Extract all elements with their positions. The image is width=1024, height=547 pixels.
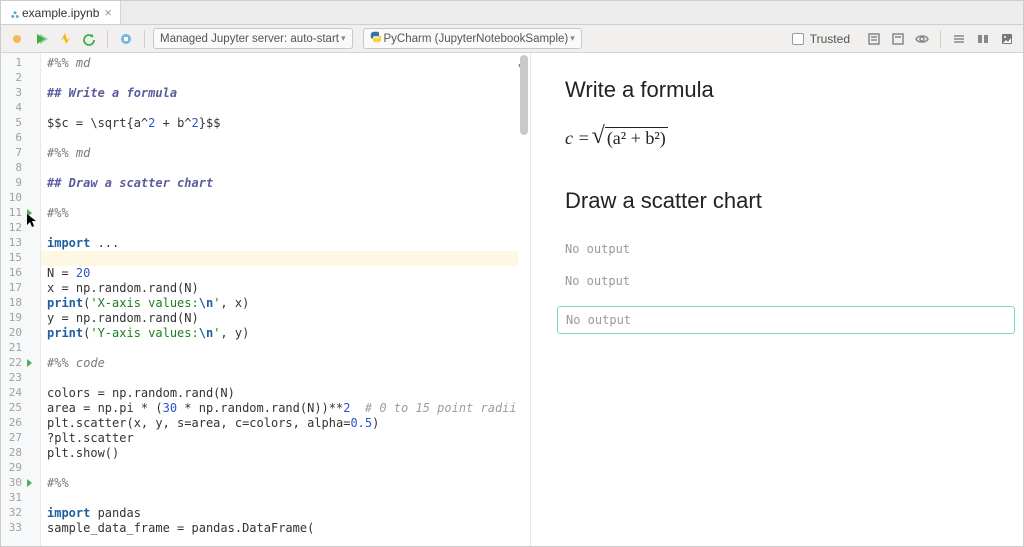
code-line[interactable]: #%% — [47, 206, 530, 221]
jupyter-file-icon — [9, 9, 17, 17]
output-preview-pane: Write a formula c = √ (a² + b²) Draw a s… — [531, 53, 1023, 546]
editor-tab-example[interactable]: example.ipynb × — [1, 1, 121, 24]
trusted-checkbox[interactable] — [792, 33, 804, 45]
code-line[interactable]: print('X-axis values:\n', x) — [47, 296, 530, 311]
editor-tab-bar: example.ipynb × — [1, 1, 1023, 25]
code-line[interactable]: #%% md — [47, 146, 530, 161]
output-placeholder: No output — [565, 242, 989, 256]
trusted-toggle[interactable]: Trusted — [792, 32, 850, 46]
interpreter-label: PyCharm (JupyterNotebookSample) — [384, 33, 569, 45]
restart-kernel-button[interactable] — [79, 29, 99, 49]
code-line[interactable]: plt.show() — [47, 446, 530, 461]
run-cell-button[interactable] — [31, 29, 51, 49]
python-interpreter-dropdown[interactable]: PyCharm (JupyterNotebookSample) ▾ — [363, 28, 582, 49]
cell-toolbar-button-2[interactable] — [888, 29, 908, 49]
toolbar-separator — [144, 30, 145, 48]
code-line[interactable]: N = 20 — [47, 266, 530, 281]
editor-body: 1234567891011121315161718192021222324252… — [1, 53, 1023, 546]
output-placeholder: No output — [565, 274, 989, 288]
add-cell-button[interactable] — [7, 29, 27, 49]
run-cell-gutter-icon[interactable] — [27, 479, 32, 487]
sqrt-icon: √ — [592, 123, 605, 150]
ide-root: example.ipynb × Managed Jupyter server: … — [0, 0, 1024, 547]
code-line[interactable]: import pandas — [47, 506, 530, 521]
tab-close-icon[interactable]: × — [104, 6, 112, 19]
view-button[interactable] — [912, 29, 932, 49]
rendered-formula: c = √ (a² + b²) — [565, 125, 989, 152]
code-line[interactable]: ## Write a formula — [47, 86, 530, 101]
code-line[interactable]: $$c = \sqrt{a^2 + b^2}$$ — [47, 116, 530, 131]
code-line[interactable]: import ... — [47, 236, 530, 251]
cell-toolbar-button-1[interactable] — [864, 29, 884, 49]
trusted-label: Trusted — [810, 32, 850, 46]
code-line[interactable]: #%% — [47, 476, 530, 491]
mouse-cursor-icon — [27, 214, 37, 231]
formula-radicand: (a² + b²) — [605, 127, 668, 149]
jupyter-server-dropdown[interactable]: Managed Jupyter server: auto-start ▾ — [153, 28, 353, 49]
output-view-button[interactable] — [973, 29, 993, 49]
code-line[interactable]: ## Draw a scatter chart — [47, 176, 530, 191]
selected-output-cell[interactable]: No output — [557, 306, 1015, 334]
code-line[interactable]: sample_data_frame = pandas.DataFrame( — [47, 521, 530, 536]
toolbar-separator — [940, 30, 941, 48]
tab-filename: example.ipynb — [22, 6, 99, 20]
code-line[interactable]: x = np.random.rand(N) — [47, 281, 530, 296]
code-line[interactable]: plt.scatter(x, y, s=area, c=colors, alph… — [47, 416, 530, 431]
formula-lhs: c = — [565, 128, 590, 149]
code-area[interactable]: ✔ #%% md## Write a formula$$c = \sqrt{a^… — [41, 53, 530, 546]
jupyter-server-label: Managed Jupyter server: auto-start — [160, 33, 339, 45]
code-line[interactable]: y = np.random.rand(N) — [47, 311, 530, 326]
code-line[interactable]: colors = np.random.rand(N) — [47, 386, 530, 401]
line-gutter: 1234567891011121315161718192021222324252… — [1, 53, 41, 546]
chevron-down-icon: ▾ — [570, 33, 575, 44]
code-editor-pane[interactable]: 1234567891011121315161718192021222324252… — [1, 53, 531, 546]
toolbar-separator — [107, 30, 108, 48]
list-view-button[interactable] — [949, 29, 969, 49]
code-line[interactable]: #%% code — [47, 356, 530, 371]
python-icon — [370, 31, 382, 46]
preview-heading-scatter: Draw a scatter chart — [565, 188, 989, 214]
interrupt-button[interactable] — [55, 29, 75, 49]
code-line[interactable]: #%% md — [47, 56, 530, 71]
code-line[interactable]: print('Y-axis values:\n', y) — [47, 326, 530, 341]
notebook-toolbar: Managed Jupyter server: auto-start ▾ PyC… — [1, 25, 1023, 53]
chevron-down-icon: ▾ — [341, 33, 346, 44]
code-line[interactable]: ?plt.scatter — [47, 431, 530, 446]
variables-button[interactable] — [116, 29, 136, 49]
preview-heading-formula: Write a formula — [565, 77, 989, 103]
code-line[interactable]: area = np.pi * (30 * np.random.rand(N))*… — [47, 401, 530, 416]
image-view-button[interactable] — [997, 29, 1017, 49]
run-cell-gutter-icon[interactable] — [27, 359, 32, 367]
output-placeholder: No output — [566, 313, 1006, 327]
